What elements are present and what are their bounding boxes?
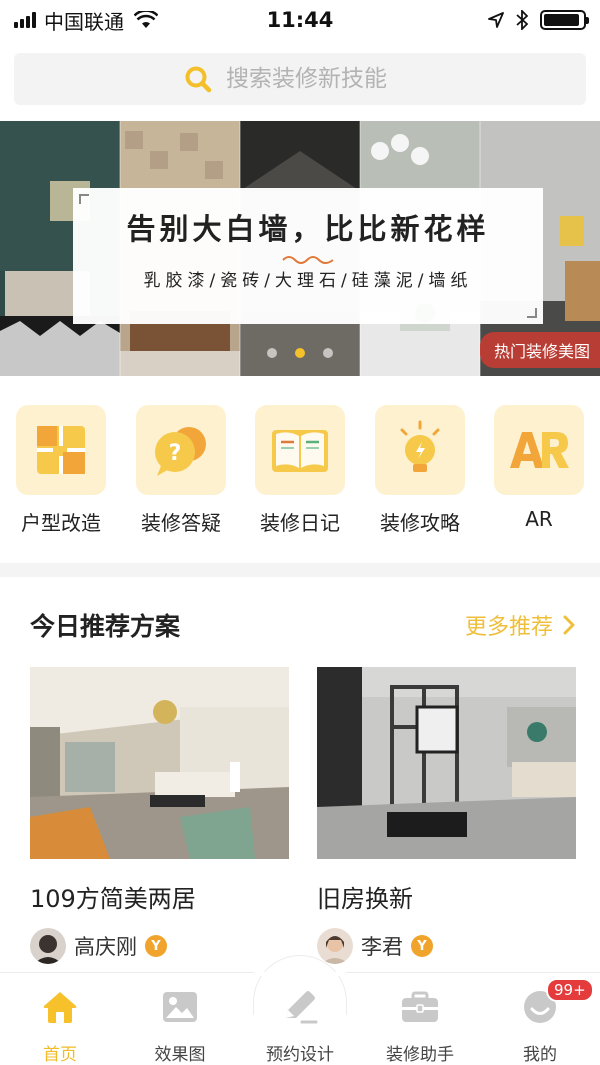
recommend-card[interactable]: 旧房换新 李君 Y [317, 667, 576, 964]
search-input[interactable] [226, 66, 416, 92]
tab-label: 装修助手 [386, 1045, 454, 1065]
quick-menu-label: 装修日记 [260, 511, 340, 535]
open-book-icon-box [255, 405, 345, 495]
lightbulb-icon-box [375, 405, 465, 495]
author-name: 李君 [361, 935, 403, 959]
tab-label: 效果图 [154, 1045, 206, 1065]
floorplan-icon [37, 426, 85, 474]
recommend-title: 今日推荐方案 [30, 612, 181, 641]
chevron-right-icon [563, 615, 575, 635]
avatar [317, 928, 353, 964]
tab-label: 我的 [523, 1045, 557, 1065]
corner-decoration [527, 308, 537, 318]
floorplan-icon-box [16, 405, 106, 495]
quick-menu-guide[interactable]: 装修攻略 [365, 405, 475, 536]
recommend-card-title: 旧房换新 [317, 885, 413, 913]
open-book-icon [272, 430, 328, 472]
battery-icon [540, 10, 589, 30]
quick-menu-label: 装修攻略 [380, 511, 460, 535]
banner-title: 告别大白墙，比比新花样 [126, 212, 490, 246]
verified-badge: Y [145, 935, 167, 957]
quick-menu-ar[interactable]: AR [484, 405, 594, 531]
pen-icon [286, 991, 318, 1024]
tab-renderings[interactable]: 效果图 [120, 988, 240, 1065]
question-bubble-icon-box: ? [136, 405, 226, 495]
image-icon [163, 992, 197, 1022]
search-icon [185, 66, 212, 93]
toolbox-icon [402, 991, 438, 1022]
card-author: 李君 Y [317, 928, 576, 964]
wifi-icon [134, 11, 158, 28]
corner-decoration [79, 194, 89, 204]
quick-menu-diary[interactable]: 装修日记 [245, 405, 355, 536]
quick-menu-floorplan[interactable]: 户型改造 [6, 405, 116, 536]
ar-icon-box [494, 405, 584, 495]
more-recommend-link[interactable]: 更多推荐 [465, 609, 575, 641]
more-recommend-label: 更多推荐 [464, 615, 553, 640]
search-bar[interactable] [14, 53, 586, 105]
lightbulb-icon [400, 420, 440, 472]
tab-bump-cover [254, 972, 346, 976]
tab-home[interactable]: 首页 [0, 988, 120, 1065]
svg-text:?: ? [169, 441, 182, 466]
banner-carousel[interactable]: 告别大白墙，比比新花样 乳胶漆/瓷砖/大理石/硅藻泥/墙纸 热门装修美图 [0, 121, 600, 376]
quick-menu-label: 户型改造 [21, 511, 101, 535]
quick-menu-label: AR [525, 507, 553, 531]
tab-label: 首页 [43, 1045, 77, 1065]
tab-book-design[interactable]: 预约设计 [240, 988, 360, 1065]
banner-subtitle: 乳胶漆/瓷砖/大理石/硅藻泥/墙纸 [143, 271, 473, 291]
question-bubble-icon: ? [155, 427, 206, 476]
quick-menu-qa[interactable]: ? 装修答疑 [126, 405, 236, 536]
bluetooth-icon [516, 10, 528, 30]
carousel-dot-active[interactable] [295, 348, 305, 358]
hot-photos-tag[interactable]: 热门装修美图 [479, 332, 600, 368]
banner-caption-card: 告别大白墙，比比新花样 乳胶漆/瓷砖/大理石/硅藻泥/墙纸 [73, 188, 543, 324]
author-name: 高庆刚 [74, 935, 137, 959]
quick-menu-label: 装修答疑 [141, 511, 221, 535]
card-author: 高庆刚 Y [30, 928, 289, 964]
recommend-header: 今日推荐方案 更多推荐 [30, 607, 575, 643]
notification-badge: 99+ [546, 978, 594, 1002]
section-divider [0, 563, 600, 577]
recommend-card-title: 109方简美两居 [30, 885, 196, 913]
recommend-card-image [317, 667, 576, 859]
tab-mine[interactable]: 99+ 我的 [480, 978, 600, 1065]
wave-divider [282, 256, 334, 264]
signal-icon [14, 12, 36, 28]
carrier-label: 中国联通 [44, 9, 124, 34]
status-bar: 中国联通 11:44 [0, 0, 600, 40]
location-arrow-icon [488, 12, 504, 28]
verified-badge: Y [411, 935, 433, 957]
ar-icon [510, 432, 569, 468]
home-icon [43, 992, 77, 1023]
recommend-card[interactable]: 109方简美两居 高庆刚 Y [30, 667, 289, 964]
carousel-dot[interactable] [323, 348, 333, 358]
avatar [30, 928, 66, 964]
quick-menu: 户型改造 ? 装修答疑 装修日记 装修攻略 AR [0, 405, 600, 540]
carousel-dot[interactable] [267, 348, 277, 358]
tab-assistant[interactable]: 装修助手 [360, 988, 480, 1065]
recommend-card-image [30, 667, 289, 859]
tab-label: 预约设计 [266, 1045, 334, 1065]
